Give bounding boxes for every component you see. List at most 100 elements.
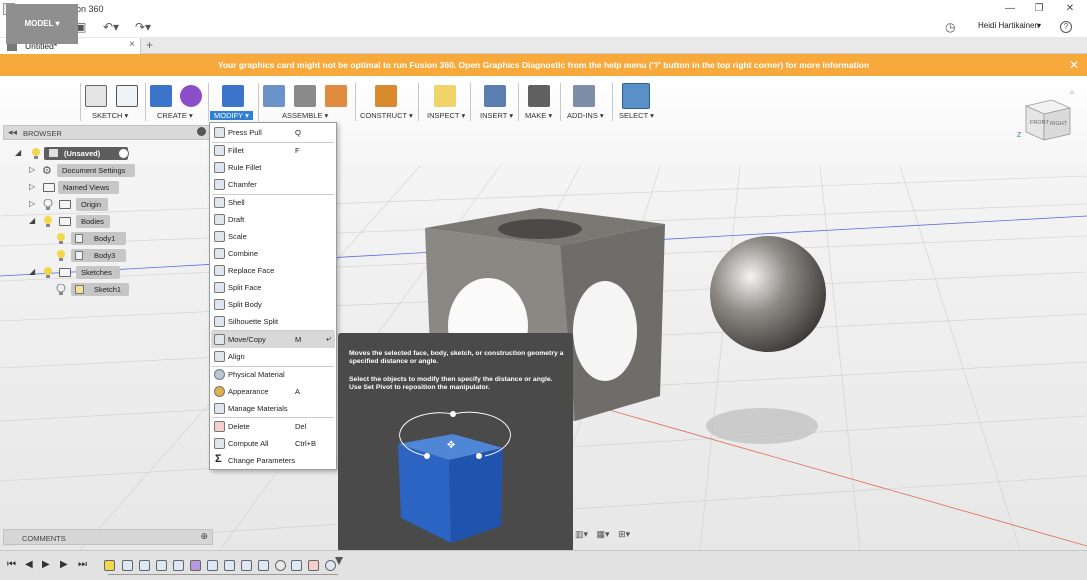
menu-item-draft[interactable]: Draft [211, 211, 335, 228]
collapse-triangle-icon[interactable]: ◢ [29, 216, 35, 225]
go-to-start-icon[interactable]: ⏮ [7, 559, 16, 570]
user-account-menu[interactable]: Heidi Hartikainen [978, 21, 1039, 30]
tree-item-named-views[interactable]: ▷ Named Views [0, 181, 210, 194]
menu-item-delete[interactable]: Delete Del [211, 418, 335, 435]
sphere-body[interactable] [710, 236, 826, 352]
tree-node[interactable]: Document Settings [57, 164, 135, 177]
tree-item-sketches[interactable]: ◢ Sketches [0, 266, 210, 279]
add-ins-menu[interactable]: ADD-INS ▾ [567, 111, 604, 120]
timeline-marker[interactable] [335, 557, 343, 565]
tree-node[interactable]: Sketches [76, 266, 120, 279]
construct-menu[interactable]: CONSTRUCT ▾ [360, 111, 413, 120]
tree-item-document-settings[interactable]: ▷ ⚙ Document Settings [0, 164, 210, 177]
root-component-node[interactable]: (Unsaved) [44, 147, 128, 160]
body-node[interactable]: Body3 [71, 249, 126, 262]
play-icon[interactable]: ▶ [42, 559, 50, 570]
tree-item-sketch1[interactable]: Sketch1 [0, 283, 210, 296]
timeline-delete-icon[interactable] [308, 560, 319, 571]
timeline-sketch-icon[interactable] [104, 560, 115, 571]
menu-item-physical-material[interactable]: Physical Material [211, 366, 335, 383]
display-settings-icon[interactable]: ▥▾ [575, 529, 588, 539]
menu-item-align[interactable]: Align [211, 348, 335, 365]
menu-item-compute-all[interactable]: Compute All Ctrl+B [211, 435, 335, 452]
box-icon[interactable] [150, 85, 172, 107]
expand-triangle-icon[interactable]: ▷ [29, 165, 35, 174]
pin-to-toolbar-icon[interactable]: ⤶ [326, 333, 331, 344]
activate-radio-icon[interactable] [118, 148, 129, 159]
attached-canvas-icon[interactable] [484, 85, 506, 107]
create-menu[interactable]: CREATE ▾ [157, 111, 193, 120]
measure-icon[interactable] [434, 85, 456, 107]
inspect-menu[interactable]: INSPECT ▾ [427, 111, 465, 120]
select-menu[interactable]: SELECT ▾ [619, 111, 654, 120]
as-built-joint-icon[interactable] [325, 85, 347, 107]
close-window-button[interactable]: ✕ [1055, 0, 1085, 18]
modify-menu[interactable]: MODIFY ▾ [210, 111, 253, 120]
job-status-clock-icon[interactable]: ◷ [945, 20, 955, 35]
tree-node[interactable]: Origin [76, 198, 108, 211]
user-dropdown-chevron-icon[interactable]: ▾ [1037, 21, 1041, 30]
timeline-feature-icon[interactable] [241, 560, 252, 571]
collapse-panel-icon[interactable]: ◂◂ [8, 127, 17, 138]
undo-icon[interactable]: ↶▾ [103, 20, 119, 35]
new-tab-button[interactable]: + [146, 38, 153, 52]
offset-plane-icon[interactable] [375, 85, 397, 107]
viewports-icon[interactable]: ⊞▾ [618, 529, 630, 539]
menu-item-change-parameters[interactable]: Σ Change Parameters [211, 452, 335, 469]
assemble-menu[interactable]: ASSEMBLE ▾ [282, 111, 328, 120]
grid-settings-icon[interactable]: ▦▾ [597, 529, 610, 539]
timeline-form-icon[interactable] [190, 560, 201, 571]
timeline-feature-icon[interactable] [139, 560, 150, 571]
minimize-button[interactable]: — [995, 0, 1025, 18]
visibility-bulb-icon[interactable] [56, 284, 66, 295]
tree-item-origin[interactable]: ▷ Origin [0, 198, 210, 211]
expand-triangle-icon[interactable]: ▷ [29, 182, 35, 191]
visibility-bulb-icon[interactable] [43, 267, 53, 278]
tree-node[interactable]: Named Views [58, 181, 119, 194]
menu-item-press-pull[interactable]: Press Pull Q [211, 124, 335, 141]
select-cursor-icon[interactable] [622, 83, 650, 109]
timeline-move-icon[interactable] [291, 560, 302, 571]
add-comment-icon[interactable]: ⊕ [200, 531, 208, 542]
press-pull-icon[interactable] [222, 85, 244, 107]
3d-print-icon[interactable] [528, 85, 550, 107]
menu-item-fillet[interactable]: Fillet F [211, 142, 335, 159]
viewcube[interactable]: FRONT RIGHT Z ⌂ [1012, 88, 1082, 148]
visibility-bulb-icon[interactable] [56, 233, 66, 244]
menu-item-combine[interactable]: Combine [211, 245, 335, 262]
menu-item-replace-face[interactable]: Replace Face [211, 262, 335, 279]
form-sphere-icon[interactable] [180, 85, 202, 107]
collapse-triangle-icon[interactable]: ◢ [15, 148, 21, 157]
menu-item-split-face[interactable]: Split Face [211, 279, 335, 296]
collapse-triangle-icon[interactable]: ◢ [29, 267, 35, 276]
go-to-end-icon[interactable]: ⏭ [78, 559, 87, 570]
banner-close-button[interactable]: ✕ [1069, 54, 1079, 76]
home-view-icon[interactable]: ⌂ [1070, 90, 1074, 96]
visibility-bulb-icon[interactable] [43, 216, 53, 227]
new-component-icon[interactable] [263, 85, 285, 107]
help-icon[interactable]: ? [1060, 21, 1072, 33]
menu-item-manage-materials[interactable]: Manage Materials [211, 400, 335, 417]
step-back-icon[interactable]: ◀ [25, 559, 33, 570]
menu-item-rule-fillet[interactable]: Rule Fillet [211, 159, 335, 176]
menu-item-shell[interactable]: Shell [211, 194, 335, 211]
timeline-feature-icon[interactable] [258, 560, 269, 571]
pin-panel-icon[interactable] [197, 127, 206, 136]
redo-icon[interactable]: ↷▾ [135, 20, 151, 35]
sketch-menu[interactable]: SKETCH ▾ [92, 111, 128, 120]
menu-item-appearance[interactable]: Appearance A [211, 383, 335, 400]
timeline-feature-icon[interactable] [173, 560, 184, 571]
close-tab-icon[interactable]: × [129, 39, 135, 50]
workspace-switcher-button[interactable]: MODEL ▾ [6, 4, 78, 44]
body-node[interactable]: Body1 [71, 232, 126, 245]
menu-item-chamfer[interactable]: Chamfer [211, 176, 335, 193]
menu-item-silhouette-split[interactable]: Silhouette Split [211, 313, 335, 330]
stop-sketch-icon[interactable] [116, 85, 138, 107]
timeline-feature-icon[interactable] [156, 560, 167, 571]
expand-triangle-icon[interactable]: ▷ [29, 199, 35, 208]
sketch-node[interactable]: Sketch1 [71, 283, 129, 296]
insert-menu[interactable]: INSERT ▾ [480, 111, 513, 120]
scripts-addins-icon[interactable] [573, 85, 595, 107]
menu-item-move-copy[interactable]: Move/Copy M ⤶ [211, 331, 335, 348]
tree-item-body1[interactable]: Body1 [0, 232, 210, 245]
